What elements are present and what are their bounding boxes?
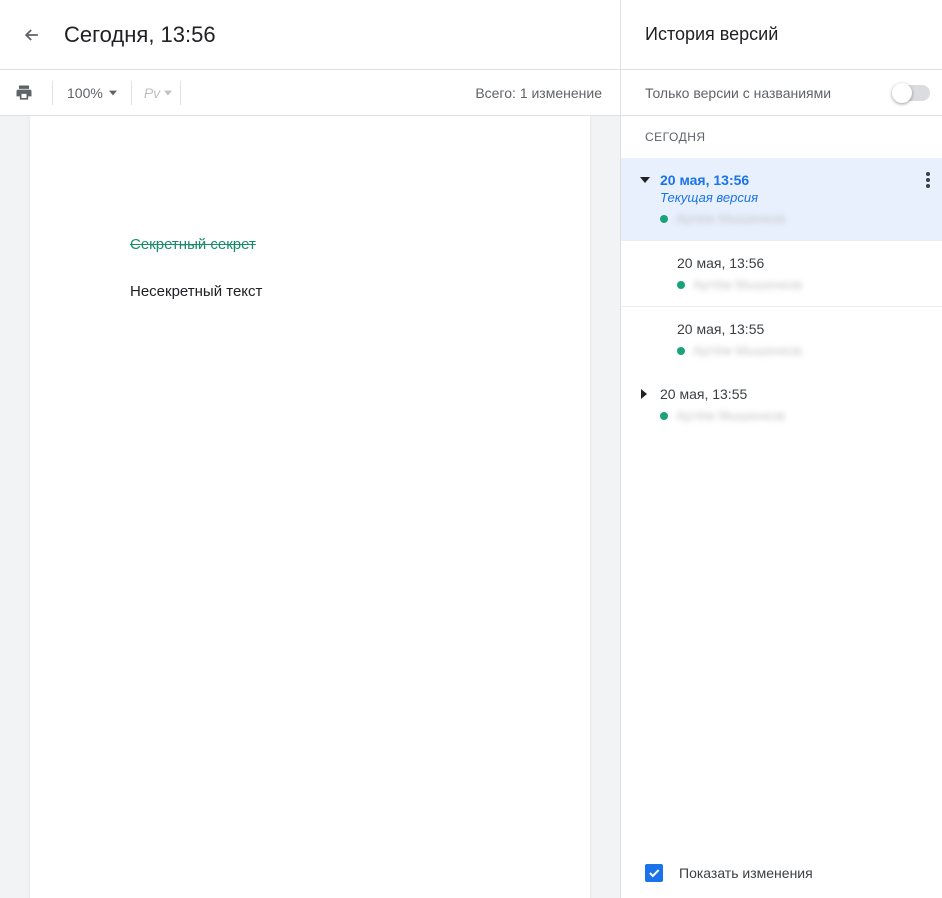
version-timestamp: 20 мая, 13:56: [660, 172, 749, 188]
toolbar-separator: [131, 81, 132, 105]
document-page: Секретный секрет Несекретный текст: [30, 116, 590, 898]
doc-removed-text: Секретный секрет: [130, 236, 490, 253]
expand-caret[interactable]: [640, 176, 660, 184]
named-versions-toggle[interactable]: [894, 85, 930, 101]
caret-right-icon: [640, 389, 648, 399]
version-timestamp: 20 мая, 13:55: [660, 386, 747, 402]
editor-color-dot: [677, 347, 685, 355]
version-editor: Артём Мышенков: [693, 343, 802, 358]
version-editor: Артём Мышенков: [693, 277, 802, 292]
check-icon: [647, 866, 661, 880]
chevron-down-icon: [109, 90, 117, 96]
print-button[interactable]: [14, 83, 34, 103]
arrow-left-icon: [22, 25, 42, 45]
chevron-down-icon: [164, 90, 172, 96]
toggle-knob: [892, 83, 912, 103]
version-sub-item[interactable]: 20 мая, 13:56 Артём Мышенков: [621, 240, 942, 306]
version-sub-item[interactable]: 20 мая, 13:55 Артём Мышенков: [621, 306, 942, 372]
preview-mode-dropdown[interactable]: Pv: [144, 85, 172, 101]
version-timestamp: 20 мая, 13:56: [677, 255, 930, 271]
panel-title: История версий: [645, 24, 778, 45]
version-item[interactable]: 20 мая, 13:55 Артём Мышенков: [621, 372, 942, 437]
named-versions-label: Только версии с названиями: [645, 85, 894, 101]
version-item[interactable]: 20 мая, 13:56 Текущая версия Артём Мышен…: [621, 158, 942, 240]
back-button[interactable]: [20, 23, 44, 47]
editor-color-dot: [660, 215, 668, 223]
version-current-label: Текущая версия: [660, 190, 930, 205]
version-list: СЕГОДНЯ 20 мая, 13:56 Текущая версия Арт…: [621, 116, 942, 848]
version-timestamp: 20 мая, 13:55: [677, 321, 930, 337]
toolbar-separator: [180, 81, 181, 105]
section-label-today: СЕГОДНЯ: [621, 116, 942, 158]
print-icon: [14, 83, 34, 103]
version-editor: Артём Мышенков: [676, 211, 785, 226]
preview-label: Pv: [144, 85, 160, 101]
editor-color-dot: [677, 281, 685, 289]
doc-plain-text: Несекретный текст: [130, 283, 490, 300]
version-more-button[interactable]: [926, 172, 930, 188]
changes-count[interactable]: Всего: 1 изменение: [475, 85, 602, 101]
more-vert-icon: [926, 172, 930, 188]
toolbar-separator: [52, 81, 53, 105]
document-scroll[interactable]: Секретный секрет Несекретный текст: [0, 116, 620, 898]
zoom-value: 100%: [67, 85, 103, 101]
page-title: Сегодня, 13:56: [64, 22, 216, 48]
expand-caret[interactable]: [640, 389, 660, 399]
caret-down-icon: [640, 176, 650, 184]
editor-color-dot: [660, 412, 668, 420]
version-editor: Артём Мышенков: [676, 408, 785, 423]
zoom-dropdown[interactable]: 100%: [61, 81, 123, 105]
show-changes-checkbox[interactable]: [645, 864, 663, 882]
show-changes-label: Показать изменения: [679, 865, 813, 881]
